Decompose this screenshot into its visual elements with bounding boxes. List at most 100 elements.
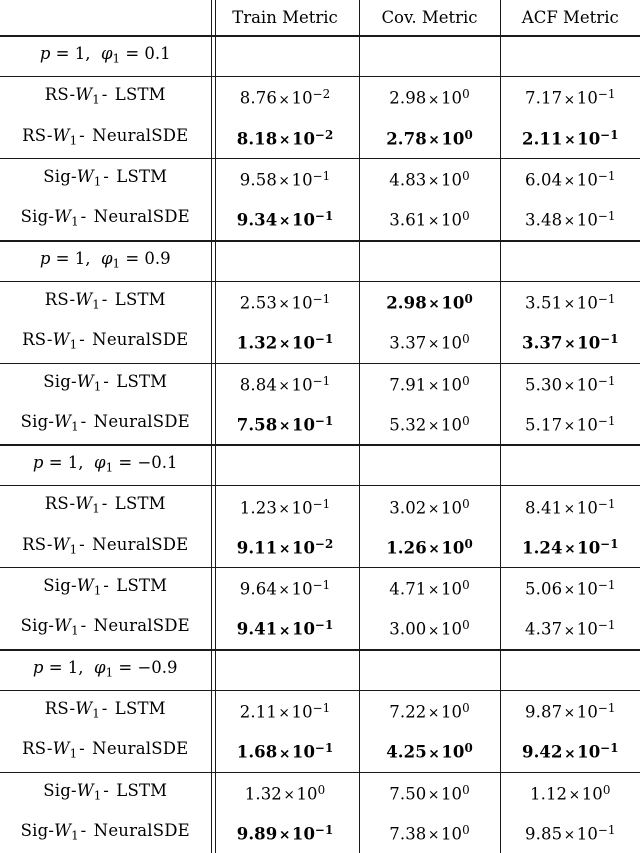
group-header-blank-train: [211, 648, 360, 691]
cov-metric-cell: 5.32 ×100: [359, 403, 501, 445]
train-metric-cell: 9.34 ×10−1: [211, 199, 360, 241]
train-metric-cell: 9.11 ×10−2: [211, 526, 360, 568]
row-label: Sig-W1- NeuralSDE: [0, 608, 216, 650]
train-metric-cell: 7.58 ×10−1: [211, 403, 360, 445]
header-cell-blank: [0, 0, 216, 36]
train-metric-cell: 2.53 ×10−1: [211, 280, 360, 323]
row-label: Sig-W1- NeuralSDE: [0, 812, 216, 853]
cov-metric-cell: 4.25 ×100: [359, 731, 501, 773]
row-label: Sig-W1- LSTM: [0, 771, 216, 814]
group-header-blank-train: [211, 444, 360, 486]
results-table-container: Train Metric Cov. Metric ACF Metric p = 1, …: [0, 0, 640, 853]
row-label: Sig-W1- NeuralSDE: [0, 199, 216, 241]
acf-metric-cell: 6.04 ×10−1: [500, 157, 640, 200]
cov-metric-cell: 3.00 ×100: [359, 608, 501, 650]
row-label: RS-W1- LSTM: [0, 76, 216, 118]
row-label: Sig-W1- LSTM: [0, 567, 216, 609]
table-row: Sig-W1- NeuralSDE 9.41 ×10−1 3.00 ×100 4.37 ×1…: [0, 608, 640, 650]
table-row: RS-W1- NeuralSDE 8.18 ×10−2 2.78 ×100 2.11 ×10…: [0, 117, 640, 159]
train-metric-cell: 1.23 ×10−1: [211, 485, 360, 527]
acf-metric-cell: 1.24 ×10−1: [521, 536, 619, 558]
group-header-row: p = 1, φ1 = −0.1: [0, 444, 640, 487]
cov-metric-cell: 7.91 ×100: [359, 362, 501, 404]
group-header-blank-acf: [500, 648, 640, 691]
cov-metric-cell: 7.38 ×100: [359, 812, 501, 853]
row-label: RS-W1- NeuralSDE: [0, 117, 216, 159]
row-label: RS-W1- NeuralSDE: [0, 731, 216, 773]
train-metric-cell: 9.41 ×10−1: [211, 608, 360, 650]
train-metric-cell: 8.18 ×10−2: [211, 117, 360, 159]
group-header-blank-acf: [500, 444, 640, 486]
acf-metric-cell: 5.30 ×10−1: [500, 362, 640, 404]
cov-metric-cell: 7.50 ×100: [359, 771, 501, 813]
group-header-row: p = 1, φ1 = 0.1: [0, 34, 640, 78]
table-row: Sig-W1- LSTM 1.32 ×100 7.50 ×100 1.12 ×100: [0, 771, 640, 814]
acf-metric-cell: 9.85 ×10−1: [525, 823, 616, 844]
group-header-blank-train: [211, 34, 360, 77]
train-metric-cell: 1.68 ×10−1: [211, 731, 360, 773]
group-header-label: p = 1, φ1 = 0.1: [0, 34, 216, 78]
train-metric-cell: 1.32 ×10−1: [211, 322, 360, 363]
table-row: Sig-W1- NeuralSDE 7.58 ×10−1 5.32 ×100 5.17 ×1…: [0, 403, 640, 445]
train-metric-cell: 9.58 ×10−1: [211, 157, 360, 200]
group-header-blank-acf: [500, 34, 640, 77]
cov-metric-cell: 7.22 ×100: [359, 690, 501, 732]
row-label: Sig-W1- LSTM: [0, 362, 216, 405]
table-row: RS-W1- NeuralSDE 1.68 ×10−1 4.25 ×100 9.42 ×10…: [0, 731, 640, 773]
table-row: RS-W1- LSTM 8.76 ×10−2 2.98 ×100 7.17 ×10−1: [0, 76, 640, 118]
train-metric-cell: 8.84 ×10−1: [211, 362, 360, 404]
train-metric-cell: 1.32 ×100: [211, 771, 360, 813]
group-header-row: p = 1, φ1 = −0.9: [0, 648, 640, 691]
row-label: RS-W1- NeuralSDE: [0, 322, 216, 363]
cov-metric-cell: 4.83 ×100: [359, 157, 501, 200]
group-header-blank-train: [211, 239, 360, 282]
table-row: Sig-W1- NeuralSDE 9.89 ×10−1 7.38 ×100 9.85 ×1…: [0, 812, 640, 853]
acf-metric-cell: 1.12 ×100: [500, 771, 640, 813]
row-label: Sig-W1- NeuralSDE: [0, 403, 216, 445]
group-header-blank-cov: [359, 239, 501, 282]
row-label: RS-W1- NeuralSDE: [0, 526, 216, 568]
table-header-row: Train Metric Cov. Metric ACF Metric: [0, 0, 640, 36]
cov-metric-cell: 2.98 ×100: [359, 76, 501, 118]
row-label: RS-W1- LSTM: [0, 280, 216, 323]
column-header-train: Train Metric: [211, 0, 360, 36]
row-label: RS-W1- LSTM: [0, 485, 216, 528]
cov-metric-cell: 1.26 ×100: [359, 526, 501, 568]
group-header-label: p = 1, φ1 = 0.9: [0, 239, 216, 282]
train-metric-cell: 9.89 ×10−1: [211, 812, 360, 853]
cov-metric-cell: 3.37 ×100: [359, 322, 501, 363]
row-label: RS-W1- LSTM: [0, 690, 216, 732]
acf-metric-cell: 3.48 ×10−1: [525, 209, 616, 231]
cov-metric-cell: 2.98 ×100: [359, 280, 501, 323]
acf-metric-cell: 9.87 ×10−1: [500, 690, 640, 732]
group-header-label: p = 1, φ1 = −0.1: [0, 444, 216, 487]
group-header-blank-cov: [359, 444, 501, 486]
cov-metric-cell: 3.02 ×100: [359, 485, 501, 527]
train-metric-cell: 2.11 ×10−1: [211, 690, 360, 732]
train-metric-cell: 8.76 ×10−2: [211, 76, 360, 118]
acf-metric-cell: 3.51 ×10−1: [500, 280, 640, 323]
acf-metric-cell: 5.17 ×10−1: [525, 413, 616, 435]
cov-metric-cell: 4.71 ×100: [359, 567, 501, 609]
table-row: Sig-W1- LSTM 9.58 ×10−1 4.83 ×100 6.04 ×10−1: [0, 157, 640, 200]
acf-metric-cell: 9.42 ×10−1: [521, 741, 619, 763]
table-row: RS-W1- LSTM 2.53 ×10−1 2.98 ×100 3.51 ×10−1: [0, 280, 640, 323]
column-header-acf: ACF Metric: [521, 8, 619, 27]
column-header-cov: Cov. Metric: [359, 0, 501, 36]
acf-metric-cell: 2.11 ×10−1: [521, 127, 619, 149]
table-row: Sig-W1- LSTM 9.64 ×10−1 4.71 ×100 5.06 ×10−1: [0, 567, 640, 609]
results-table: Train Metric Cov. Metric ACF Metric p = 1, …: [0, 0, 640, 853]
acf-metric-cell: 7.17 ×10−1: [500, 76, 640, 118]
group-header-row: p = 1, φ1 = 0.9: [0, 239, 640, 282]
group-header-blank-cov: [359, 648, 501, 691]
group-header-label: p = 1, φ1 = −0.9: [0, 648, 216, 691]
table-row: Sig-W1- NeuralSDE 9.34 ×10−1 3.61 ×100 3.48 ×1…: [0, 199, 640, 241]
cov-metric-cell: 2.78 ×100: [359, 117, 501, 159]
acf-metric-cell: 3.37 ×10−1: [521, 332, 619, 353]
table-row: RS-W1- LSTM 2.11 ×10−1 7.22 ×100 9.87 ×10−1: [0, 690, 640, 732]
table-row: RS-W1- NeuralSDE 9.11 ×10−2 1.26 ×100 1.24 ×10…: [0, 526, 640, 568]
results-table-body: Train Metric Cov. Metric ACF Metric p = 1, …: [0, 0, 640, 853]
acf-metric-cell: 5.06 ×10−1: [500, 567, 640, 609]
group-header-blank-cov: [359, 34, 501, 77]
table-row: RS-W1- LSTM 1.23 ×10−1 3.02 ×100 8.41 ×10−1: [0, 485, 640, 528]
